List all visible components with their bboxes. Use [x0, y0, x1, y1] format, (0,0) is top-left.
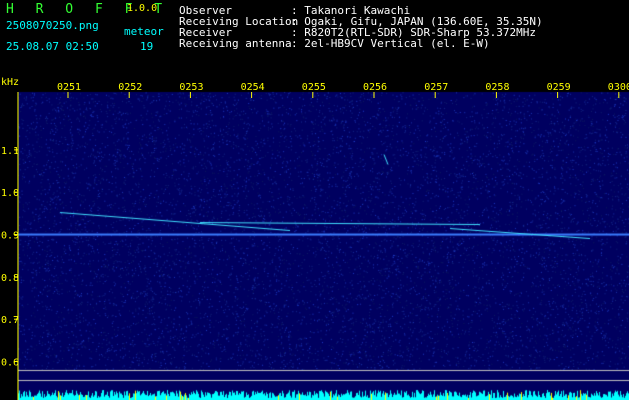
x-tick-label: 0256: [363, 82, 387, 93]
spectrogram: kHz 0251 0252 0253 0254 0255 0256 0257 0258 0259 0…: [0, 76, 629, 400]
info-value: : 2el-HB9CV Vertical (el. E-W): [291, 37, 490, 50]
y-tick-label: 1.1: [1, 146, 19, 157]
x-tick-label: 0254: [241, 82, 265, 93]
x-tick-label: 0253: [179, 82, 203, 93]
info-row-antenna: Receiving antenna : 2el-HB9CV Vertical (…: [179, 38, 543, 49]
info-key: Receiving antenna: [179, 37, 292, 50]
y-tick-label: 0.9: [1, 231, 19, 242]
y-tick-label: 1.0: [1, 188, 19, 199]
station-info: Observer : Takanori Kawachi Receiving Lo…: [179, 5, 543, 49]
y-tick-label: 0.7: [1, 315, 19, 326]
header: H R O F F T 1.0.0 2508070250.png meteor …: [0, 0, 629, 76]
x-tick-label: 0258: [485, 82, 509, 93]
meteor-count: 19: [140, 40, 154, 53]
x-tick-label: 0255: [302, 82, 326, 93]
y-tick-label: 0.6: [1, 358, 19, 369]
x-tick-label: 0257: [424, 82, 448, 93]
x-tick-label: 0300: [608, 82, 629, 93]
filename: 2508070250.png: [6, 19, 99, 32]
y-tick-label: 0.8: [1, 273, 19, 284]
x-tick-label: 0252: [118, 82, 142, 93]
spectrogram-axes: kHz 0251 0252 0253 0254 0255 0256 0257 0258 0259 0…: [1, 77, 629, 400]
app-version: 1.0.0: [127, 3, 158, 14]
x-tick-label: 0251: [57, 82, 81, 93]
y-axis-label: kHz: [1, 77, 19, 88]
meteor-label: meteor: [124, 25, 164, 38]
x-tick-label: 0259: [547, 82, 571, 93]
datetime: 25.08.07 02:50: [6, 40, 99, 53]
